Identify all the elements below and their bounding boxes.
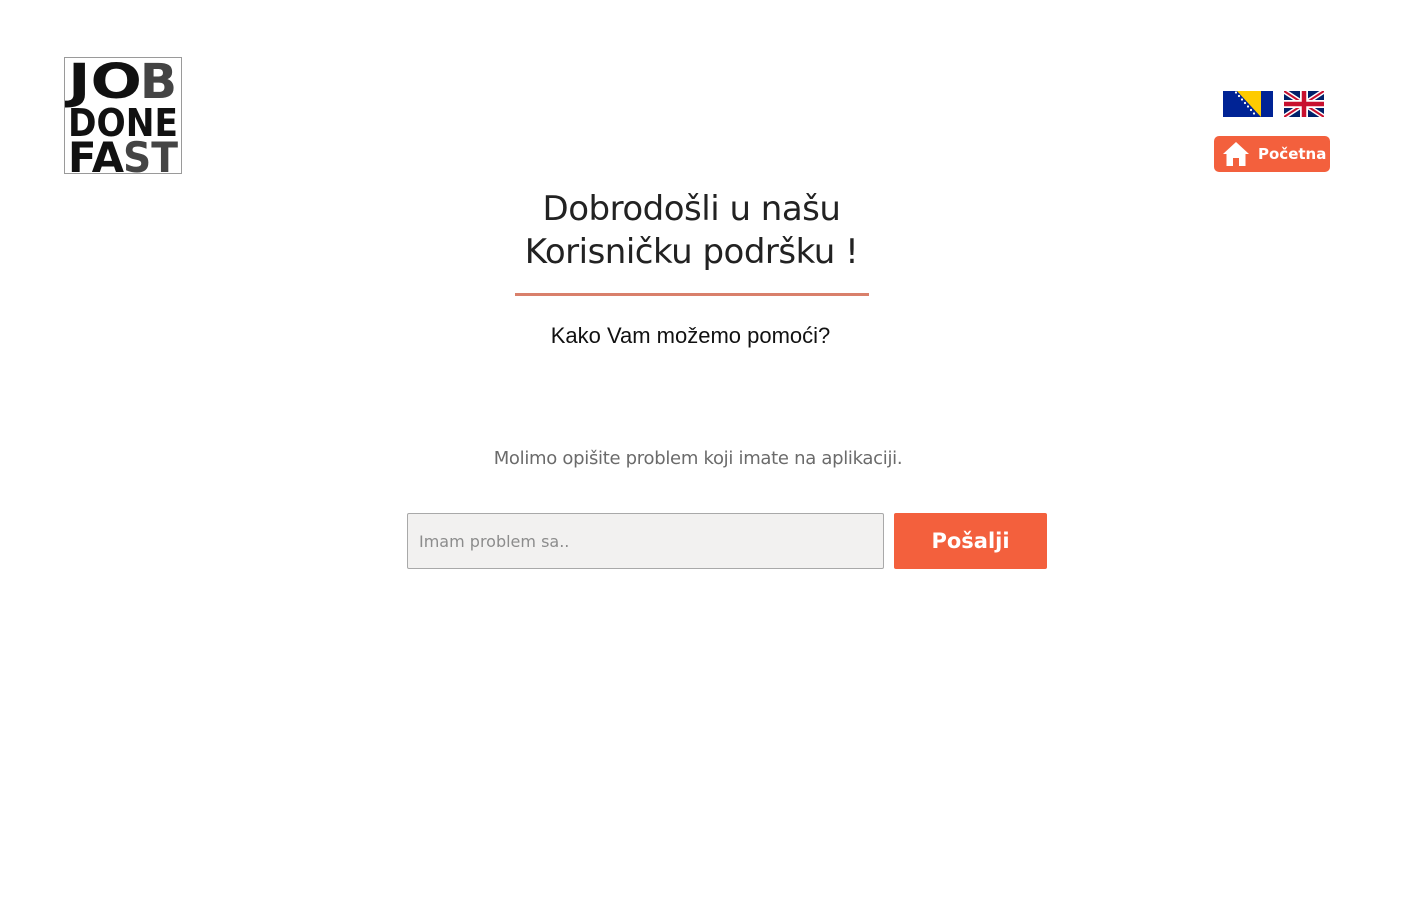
home-button[interactable]: Početna (1214, 136, 1330, 172)
send-button[interactable]: Pošalji (894, 513, 1047, 569)
support-page: JO B DONE FA ST Početna Dobrodošli u naš… (0, 0, 1423, 901)
uk-flag-icon[interactable] (1284, 91, 1324, 117)
title-divider (515, 293, 869, 296)
instructions-text: Molimo opišite problem koji imate na apl… (493, 448, 903, 469)
problem-input[interactable] (407, 513, 884, 569)
page-title-line-2: Korisničku podršku ! (524, 232, 859, 272)
svg-text:ST: ST (123, 133, 178, 173)
svg-text:FA: FA (68, 133, 124, 173)
page-title-line-1: Dobrodošli u našu (542, 189, 841, 229)
job-done-fast-logo[interactable]: JO B DONE FA ST (64, 57, 182, 174)
bosnia-flag-icon[interactable] (1223, 91, 1273, 117)
home-icon (1223, 142, 1249, 166)
page-title: Dobrodošli u našu Korisničku podršku ! (0, 188, 1383, 274)
home-button-label: Početna (1258, 145, 1327, 163)
page-subtitle: Kako Vam možemo pomoći? (550, 323, 831, 348)
language-switcher (1223, 91, 1324, 117)
